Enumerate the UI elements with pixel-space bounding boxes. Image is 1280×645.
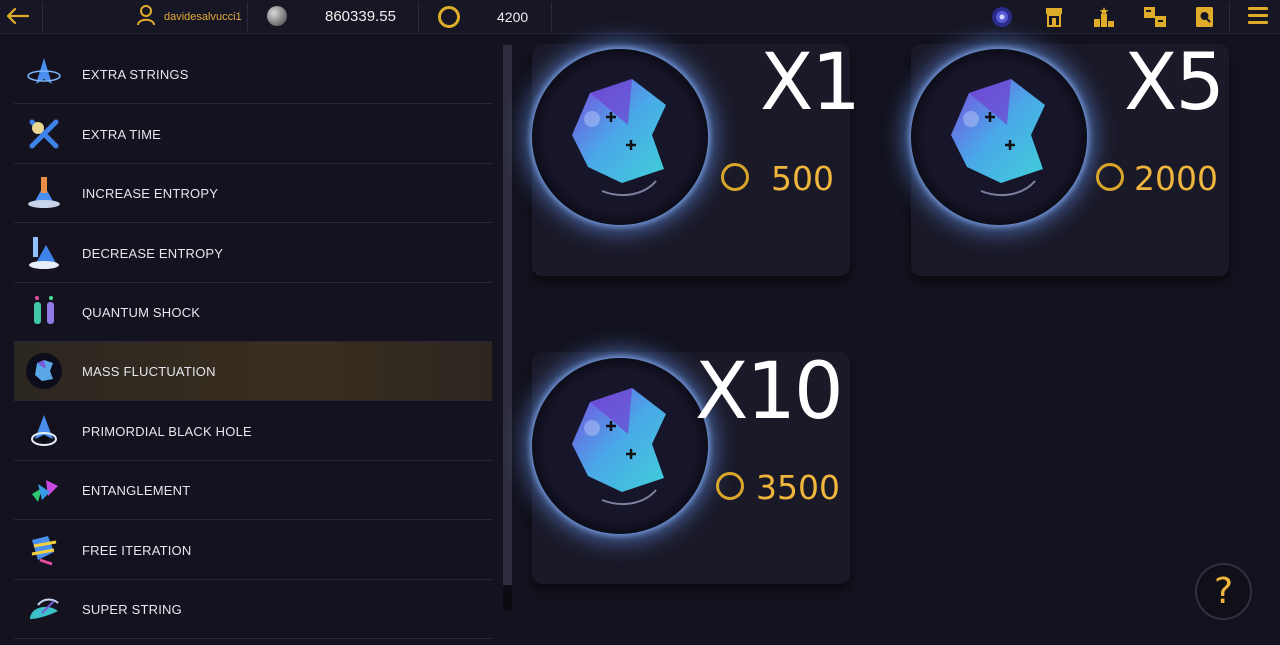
- help-button[interactable]: ?: [1195, 563, 1252, 620]
- item-label: ENTANGLEMENT: [82, 482, 191, 498]
- back-arrow-icon[interactable]: [4, 4, 32, 28]
- moon-icon: [267, 6, 287, 26]
- coin-icon: [721, 163, 749, 191]
- item-label: MASS FLUCTUATION: [82, 363, 216, 379]
- multiplier-label: X1: [760, 38, 861, 128]
- shop-icon[interactable]: [1042, 5, 1066, 29]
- top-bar: davidesalvucci1 860339.55 4200: [0, 0, 1280, 34]
- user-icon: [136, 4, 156, 31]
- item-label: SUPER STRING: [82, 601, 182, 617]
- hamburger-menu-icon[interactable]: [1248, 7, 1268, 25]
- list-item-increase-entropy[interactable]: INCREASE ENTROPY: [14, 164, 492, 223]
- extra-time-icon: [24, 114, 64, 154]
- item-label: EXTRA TIME: [82, 126, 162, 142]
- mass-fluctuation-orb-icon: [532, 358, 708, 534]
- super-string-icon: [24, 589, 64, 629]
- increase-entropy-icon: [24, 173, 64, 213]
- item-label: FREE ITERATION: [82, 542, 192, 558]
- price-value: 3500: [756, 468, 840, 507]
- coin-icon: [1096, 163, 1124, 191]
- primordial-black-hole-icon: [24, 411, 64, 451]
- price-value: 2000: [1134, 159, 1218, 198]
- mass-fluctuation-icon: [24, 351, 64, 391]
- quantum-shock-icon: [24, 292, 64, 332]
- coin-icon: [716, 472, 744, 500]
- list-scrollbar[interactable]: [503, 45, 512, 610]
- galaxy-icon[interactable]: [990, 5, 1014, 29]
- list-item-free-iteration[interactable]: FREE ITERATION: [14, 521, 492, 580]
- leaderboard-icon[interactable]: [1092, 5, 1116, 29]
- list-item-extra-strings[interactable]: EXTRA STRINGS: [14, 45, 492, 104]
- item-label: QUANTUM SHOCK: [82, 304, 201, 320]
- list-item-extra-time[interactable]: EXTRA TIME: [14, 105, 492, 164]
- list-item-quantum-shock[interactable]: QUANTUM SHOCK: [14, 283, 492, 342]
- periodic-table-icon[interactable]: [1143, 5, 1167, 29]
- list-item-entanglement[interactable]: ENTANGLEMENT: [14, 461, 492, 520]
- balance-value: 860339.55: [325, 8, 396, 25]
- item-label: DECREASE ENTROPY: [82, 245, 224, 261]
- decrease-entropy-icon: [24, 233, 64, 273]
- username: davidesalvucci1: [164, 11, 242, 23]
- multiplier-label: X5: [1124, 38, 1225, 128]
- item-label: EXTRA STRINGS: [82, 66, 189, 82]
- list-item-super-string[interactable]: SUPER STRING: [14, 580, 492, 639]
- multiplier-label: X10: [695, 347, 844, 437]
- coins-value: 4200: [497, 9, 529, 25]
- extra-strings-icon: [24, 54, 64, 94]
- coin-icon: [438, 6, 460, 28]
- mass-fluctuation-orb-icon: [911, 49, 1087, 225]
- item-label: PRIMORDIAL BLACK HOLE: [82, 423, 252, 439]
- scrollbar-thumb[interactable]: [503, 45, 512, 585]
- item-label: INCREASE ENTROPY: [82, 185, 219, 201]
- book-icon[interactable]: [1193, 5, 1217, 29]
- mass-fluctuation-orb-icon: [532, 49, 708, 225]
- list-item-primordial-black-hole[interactable]: PRIMORDIAL BLACK HOLE: [14, 402, 492, 461]
- list-item-mass-fluctuation[interactable]: MASS FLUCTUATION: [14, 342, 492, 401]
- free-iteration-icon: [24, 530, 64, 570]
- entanglement-icon: [24, 470, 64, 510]
- list-item-decrease-entropy[interactable]: DECREASE ENTROPY: [14, 224, 492, 283]
- powerup-list: EXTRA STRINGS EXTRA TIME INCREASE ENTROP…: [14, 45, 492, 640]
- price-value: 500: [771, 159, 834, 198]
- user-profile[interactable]: davidesalvucci1: [136, 0, 242, 34]
